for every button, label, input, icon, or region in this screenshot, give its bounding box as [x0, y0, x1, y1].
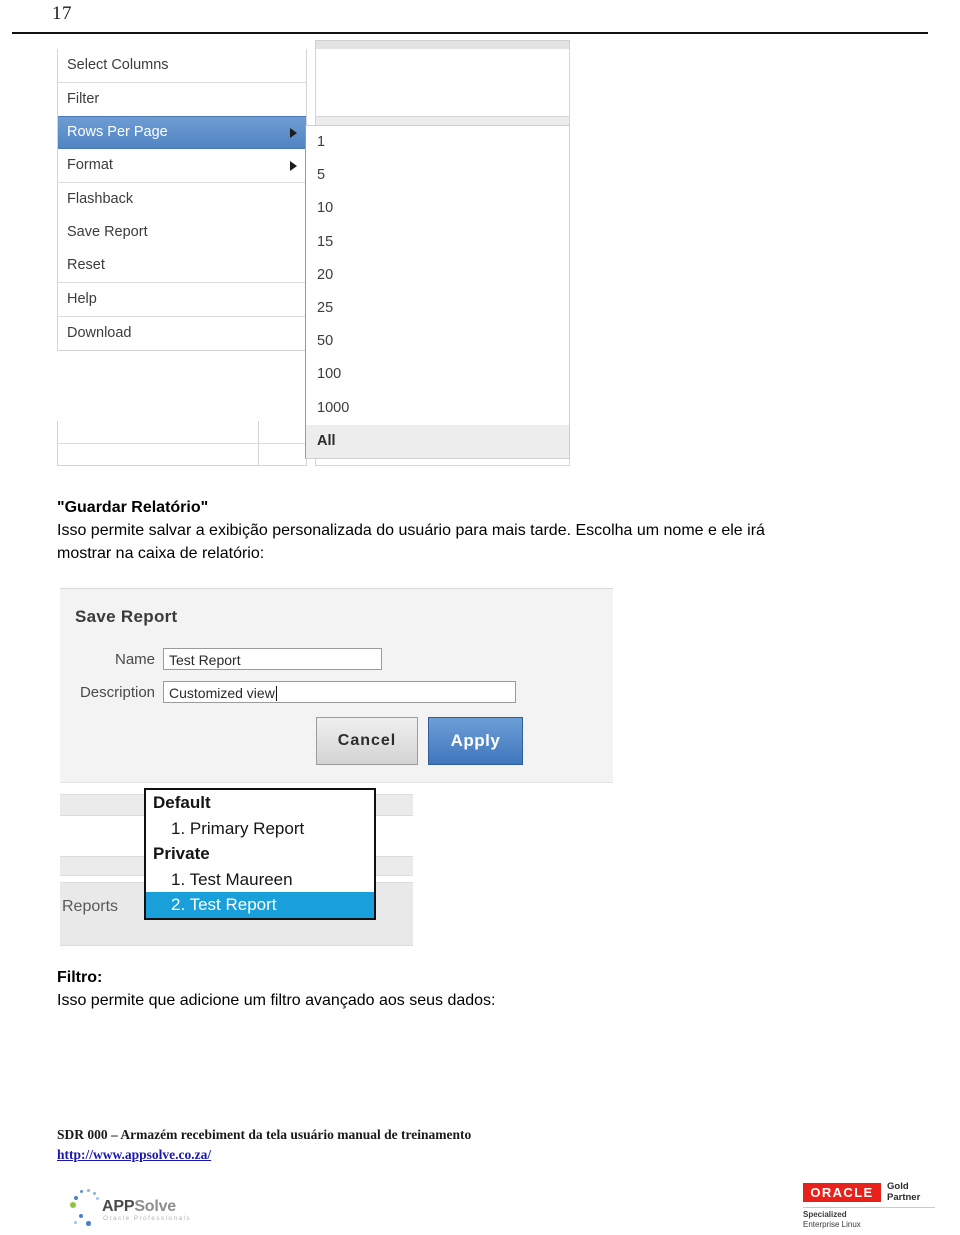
menu-item-label: Select Columns	[67, 57, 169, 73]
menu-item-select-columns[interactable]: Select Columns	[58, 49, 306, 82]
menu-item-label: Format	[67, 157, 113, 173]
menu-group: Select Columns	[58, 49, 306, 83]
chevron-right-icon	[290, 127, 297, 138]
rows-per-page-submenu[interactable]: 1 5 10 15 20 25 50 100 1000 All	[305, 125, 570, 459]
menu-item-label: Rows Per Page	[67, 124, 168, 140]
description-input-value: Customized view	[169, 685, 275, 701]
menu-item-flashback[interactable]: Flashback	[58, 183, 306, 216]
reports-option-group-private[interactable]: Private	[146, 841, 374, 867]
menu-item-reset[interactable]: Reset	[58, 249, 306, 282]
menu-item-label: Save Report	[67, 224, 148, 240]
menu-item-save-report[interactable]: Save Report	[58, 216, 306, 249]
oracle-specialization: Specialized Enterprise Linux	[803, 1210, 861, 1230]
logo-dot	[93, 1192, 96, 1195]
oracle-gold-partner-logo: ORACLE Gold Partner Specialized Enterpri…	[803, 1181, 935, 1231]
save-report-description: "Guardar Relatório" Isso permite salvar …	[57, 496, 957, 565]
appsolve-tagline: Oracle Professionals	[103, 1215, 191, 1222]
background-report-panel	[315, 49, 570, 117]
logo-dot-green	[70, 1202, 76, 1208]
rows-option-5[interactable]: 5	[306, 159, 569, 192]
oracle-spec-line1: Specialized	[803, 1210, 847, 1219]
rows-option-100[interactable]: 100	[306, 358, 569, 391]
save-report-heading: "Guardar Relatório"	[57, 499, 209, 516]
menu-group: Help	[58, 283, 306, 317]
appsolve-name-bold: APP	[102, 1198, 135, 1215]
table-divider	[58, 443, 306, 444]
name-input-value: Test Report	[169, 652, 241, 668]
reports-option-primary-report[interactable]: 1. Primary Report	[146, 816, 374, 842]
menu-item-label: Reset	[67, 257, 105, 273]
screenshot-actions-menu: Select Columns Filter Rows Per Page Form…	[57, 40, 572, 466]
menu-item-download[interactable]: Download	[58, 317, 306, 350]
menu-item-label: Filter	[67, 91, 100, 107]
menu-item-label: Download	[67, 325, 132, 341]
save-report-dialog-title: Save Report	[75, 607, 178, 626]
reports-option-test-maureen[interactable]: 1. Test Maureen	[146, 867, 374, 893]
oracle-spec-line2: Enterprise Linux	[803, 1220, 861, 1229]
page-number: 17	[52, 3, 72, 24]
appsolve-wordmark: APPSolve	[102, 1198, 176, 1216]
logo-dot	[87, 1189, 90, 1192]
menu-group: Filter Rows Per Page Format	[58, 83, 306, 183]
name-input[interactable]: Test Report	[163, 648, 382, 670]
name-field-row: Name Test Report	[0, 648, 382, 670]
apply-button[interactable]: Apply	[428, 717, 523, 765]
rows-option-50[interactable]: 50	[306, 325, 569, 358]
rows-option-15[interactable]: 15	[306, 226, 569, 259]
oracle-brand-badge: ORACLE	[803, 1183, 881, 1202]
logo-dot	[79, 1214, 83, 1218]
save-report-paragraph-line2: mostrar na caixa de relatório:	[57, 545, 265, 562]
menu-item-label: Help	[67, 291, 97, 307]
actions-menu[interactable]: Select Columns Filter Rows Per Page Form…	[57, 49, 307, 351]
filter-paragraph: Isso permite que adicione um filtro avan…	[57, 992, 496, 1009]
filter-description: Filtro: Isso permite que adicione um fil…	[57, 966, 757, 1012]
header-divider	[12, 32, 928, 34]
background-table-cells	[57, 421, 307, 466]
appsolve-name-light: Solve	[134, 1198, 177, 1215]
oracle-partner-level: Gold Partner	[887, 1181, 921, 1203]
oracle-divider	[803, 1207, 935, 1208]
reports-select-list[interactable]: Default 1. Primary Report Private 1. Tes…	[144, 788, 376, 920]
footer: SDR 000 – Armazém recebiment da tela usu…	[57, 1125, 471, 1165]
logo-dot	[86, 1221, 91, 1226]
appsolve-logo: APPSolve Oracle Professionals	[62, 1188, 232, 1233]
logo-dot	[74, 1221, 77, 1224]
rows-option-10[interactable]: 10	[306, 192, 569, 225]
chevron-right-icon	[290, 160, 297, 171]
menu-group: Download	[58, 317, 306, 350]
logo-dot	[74, 1196, 78, 1200]
rows-option-20[interactable]: 20	[306, 259, 569, 292]
oracle-partner-line1: Gold	[887, 1181, 909, 1192]
menu-group: Flashback Save Report Reset	[58, 183, 306, 283]
description-field-label: Description	[79, 683, 155, 701]
menu-item-format[interactable]: Format	[58, 149, 306, 182]
rows-option-25[interactable]: 25	[306, 292, 569, 325]
rows-option-1000[interactable]: 1000	[306, 392, 569, 425]
logo-dot	[96, 1197, 99, 1200]
rows-option-1[interactable]: 1	[306, 126, 569, 159]
menu-item-rows-per-page[interactable]: Rows Per Page	[58, 116, 306, 149]
footer-title: SDR 000 – Armazém recebiment da tela usu…	[57, 1127, 472, 1142]
menu-item-help[interactable]: Help	[58, 283, 306, 316]
description-field-row: Description Customized view	[0, 681, 516, 703]
logo-dot	[80, 1190, 83, 1193]
text-cursor	[275, 686, 277, 701]
screenshot-reports-dropdown: Reports Default 1. Primary Report Privat…	[60, 786, 413, 946]
rows-option-all[interactable]: All	[306, 424, 569, 458]
reports-label: Reports	[62, 898, 119, 915]
reports-option-test-report[interactable]: 2. Test Report	[146, 892, 374, 918]
oracle-partner-line2: Partner	[887, 1191, 921, 1203]
footer-link[interactable]: http://www.appsolve.co.za/	[57, 1147, 211, 1162]
description-input[interactable]: Customized view	[163, 681, 516, 703]
cancel-button[interactable]: Cancel	[316, 717, 418, 765]
reports-option-group-default[interactable]: Default	[146, 790, 374, 816]
table-column-divider	[258, 421, 259, 465]
menu-item-filter[interactable]: Filter	[58, 83, 306, 116]
save-report-paragraph-line1: Isso permite salvar a exibição personali…	[57, 522, 765, 539]
name-field-label: Name	[114, 650, 155, 668]
filter-heading: Filtro:	[57, 969, 103, 986]
menu-item-label: Flashback	[67, 191, 134, 207]
